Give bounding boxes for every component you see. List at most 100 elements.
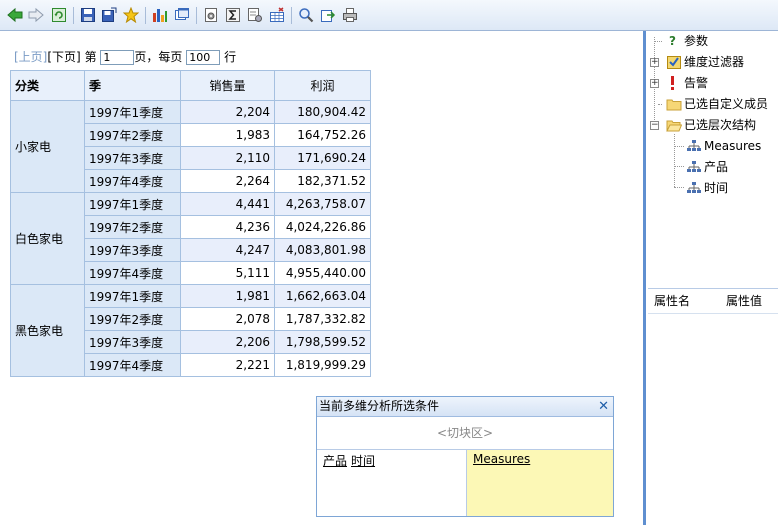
page-prefix: 第	[84, 50, 97, 64]
close-icon[interactable]: ✕	[598, 397, 609, 416]
sigma-sum-icon[interactable]	[225, 7, 241, 23]
prev-page-link: [上页]	[14, 50, 48, 64]
window-icon[interactable]	[174, 7, 190, 23]
search-icon[interactable]	[298, 7, 314, 23]
expand-toggle[interactable]: +	[650, 79, 659, 88]
calc-settings-icon[interactable]	[247, 7, 263, 23]
category-cell[interactable]: 小家电	[10, 100, 85, 193]
alert-icon	[671, 76, 674, 90]
sales-cell: 2,110	[180, 146, 275, 170]
profit-cell: 1,662,663.04	[274, 284, 371, 308]
back-arrow-icon[interactable]	[7, 7, 23, 23]
quarter-cell[interactable]: 1997年3季度	[84, 146, 181, 170]
conditions-panel: 当前多维分析所选条件 ✕ <切块区> 产品 时间 Measures	[316, 396, 614, 517]
toolbar-separator	[291, 7, 292, 24]
sales-cell: 4,247	[180, 238, 275, 262]
collapse-toggle[interactable]: −	[650, 121, 659, 130]
pager: [上页][下页] 第 页，每页 行	[14, 48, 236, 65]
tree-item-label: 时间	[704, 181, 729, 195]
column-dimensions-area[interactable]: Measures	[466, 450, 613, 516]
tree-item-label: 已选自定义成员	[684, 97, 769, 111]
tree-item-label: 参数	[684, 34, 709, 48]
print-icon[interactable]	[342, 7, 358, 23]
quarter-cell[interactable]: 1997年1季度	[84, 100, 181, 124]
profit-cell: 171,690.24	[274, 146, 371, 170]
property-name-header[interactable]: 属性名	[654, 289, 690, 313]
delete-grid-icon[interactable]	[269, 7, 285, 23]
toolbar-separator	[145, 7, 146, 24]
table-header-row: 分类 季 销售量 利润	[10, 70, 371, 101]
svg-text:?: ?	[669, 34, 676, 47]
favorite-star-icon[interactable]	[123, 7, 139, 23]
toolbar	[0, 0, 778, 31]
quarter-cell[interactable]: 1997年1季度	[84, 192, 181, 216]
row-dimension-time[interactable]: 时间	[351, 454, 375, 468]
row-dimensions-area[interactable]: 产品 时间	[317, 450, 466, 516]
header-category[interactable]: 分类	[10, 70, 85, 101]
save-icon[interactable]	[80, 7, 96, 23]
forward-arrow-icon[interactable]	[28, 7, 44, 23]
profit-cell: 1,819,999.29	[274, 353, 371, 377]
export-icon[interactable]	[320, 7, 336, 23]
sales-cell: 1,981	[180, 284, 275, 308]
sales-cell: 4,236	[180, 215, 275, 239]
slice-area[interactable]: <切块区>	[317, 417, 613, 450]
expand-toggle[interactable]: +	[650, 58, 659, 67]
tree-item-label: 已选层次结构	[684, 118, 757, 132]
properties-header: 属性名 属性值	[648, 289, 778, 314]
sales-cell: 2,204	[180, 100, 275, 124]
navigation-tree: ? 参数 + 维度过滤器 + 告警 已选自定义成员 − 已选层次结构 Measu…	[648, 31, 778, 281]
property-value-header[interactable]: 属性值	[726, 289, 762, 313]
quarter-cell[interactable]: 1997年4季度	[84, 261, 181, 285]
table-row: 小家电 1997年1季度 2,204 180,904.42	[10, 100, 371, 193]
settings-doc-icon[interactable]	[203, 7, 219, 23]
category-cell[interactable]: 白色家电	[10, 192, 85, 285]
sales-cell: 5,111	[180, 261, 275, 285]
profit-cell: 180,904.42	[274, 100, 371, 124]
conditions-panel-header: 当前多维分析所选条件 ✕	[317, 397, 613, 417]
profit-cell: 4,955,440.00	[274, 261, 371, 285]
quarter-cell[interactable]: 1997年2季度	[84, 123, 181, 147]
page-size-input[interactable]	[186, 50, 221, 65]
conditions-panel-title: 当前多维分析所选条件	[319, 399, 440, 413]
quarter-cell[interactable]: 1997年1季度	[84, 284, 181, 308]
next-page-link[interactable]: [下页]	[47, 50, 80, 64]
chart-icon[interactable]	[152, 7, 168, 23]
sales-cell: 2,206	[180, 330, 275, 354]
quarter-cell[interactable]: 1997年4季度	[84, 353, 181, 377]
profit-cell: 4,263,758.07	[274, 192, 371, 216]
table-row: 黑色家电 1997年1季度 1,981 1,662,663.04	[10, 284, 371, 377]
hierarchy-icon	[687, 182, 701, 193]
page-number-input[interactable]	[100, 50, 135, 65]
tree-item-label: Measures	[704, 139, 762, 153]
profit-cell: 1,787,332.82	[274, 307, 371, 331]
profit-cell: 1,798,599.52	[274, 330, 371, 354]
quarter-cell[interactable]: 1997年2季度	[84, 215, 181, 239]
toolbar-separator	[196, 7, 197, 24]
page-suffix: 页，每页	[134, 50, 183, 64]
quarter-cell[interactable]: 1997年4季度	[84, 169, 181, 193]
category-cell[interactable]: 黑色家电	[10, 284, 85, 377]
folder-icon	[666, 99, 682, 111]
column-dimension-measures[interactable]: Measures	[473, 452, 530, 466]
quarter-cell[interactable]: 1997年3季度	[84, 330, 181, 354]
row-dimension-product[interactable]: 产品	[323, 454, 347, 468]
rows-suffix: 行	[224, 50, 237, 64]
header-profit[interactable]: 利润	[274, 70, 371, 101]
pivot-table: 分类 季 销售量 利润 小家电 1997年1季度 2,204 180,904.4…	[10, 70, 371, 377]
hierarchy-icon	[687, 140, 701, 151]
quarter-cell[interactable]: 1997年3季度	[84, 238, 181, 262]
question-icon: ?	[669, 34, 676, 47]
header-sales[interactable]: 销售量	[180, 70, 275, 101]
sales-cell: 1,983	[180, 123, 275, 147]
refresh-icon[interactable]	[51, 7, 67, 23]
toolbar-separator	[73, 7, 74, 24]
sales-cell: 2,221	[180, 353, 275, 377]
header-quarter[interactable]: 季	[84, 70, 181, 101]
profit-cell: 164,752.26	[274, 123, 371, 147]
panel-splitter[interactable]	[643, 31, 646, 525]
filter-icon	[667, 56, 681, 69]
save-as-icon[interactable]	[101, 7, 117, 23]
quarter-cell[interactable]: 1997年2季度	[84, 307, 181, 331]
properties-panel: 属性名 属性值	[648, 288, 778, 526]
